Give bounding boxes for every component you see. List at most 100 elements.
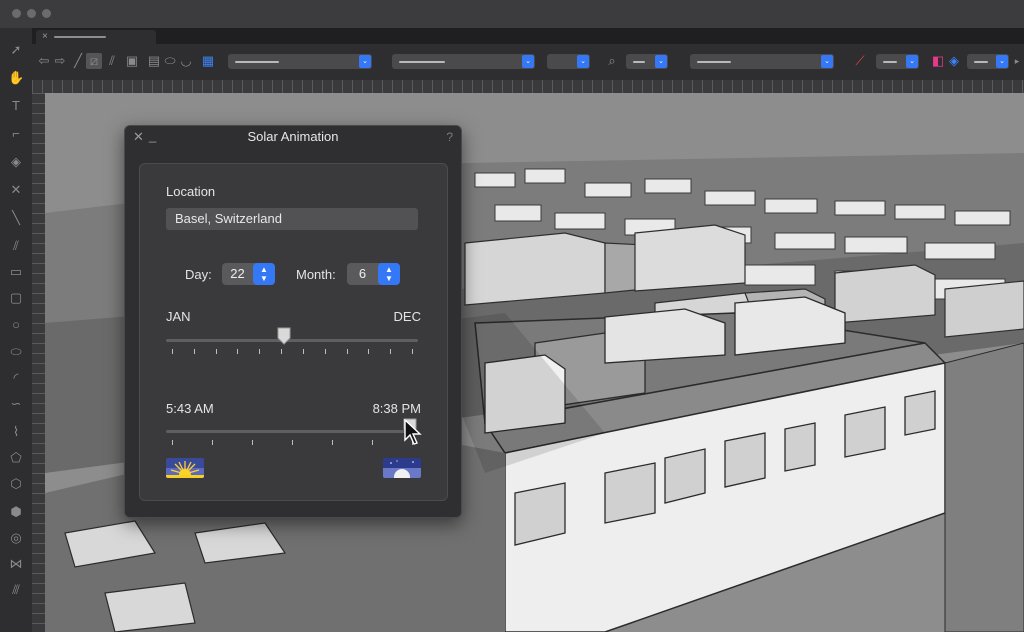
month-slider-thumb[interactable] [277, 327, 291, 345]
slider-tick [252, 440, 253, 445]
render-dropdown[interactable]: ⌄ [876, 54, 919, 69]
stepper-arrows-icon[interactable]: ▲ ▼ [253, 263, 275, 285]
zoom-window-button[interactable] [42, 9, 51, 18]
grid-view-icon[interactable]: ▦ [200, 53, 216, 69]
chevron-down-icon: ⌄ [821, 55, 833, 68]
day-label: Day: [185, 267, 212, 282]
chevron-down-icon: ⌄ [359, 55, 371, 68]
slider-tick [390, 349, 392, 354]
rounded-rectangle-tool-icon[interactable]: ▢ [8, 290, 24, 306]
stack-icon[interactable]: ◈ [946, 53, 962, 69]
document-tab-label [54, 36, 106, 38]
line-tool-icon[interactable]: ╲ [8, 210, 24, 226]
month-slider-track[interactable] [166, 339, 418, 342]
search-icon[interactable]: ⌕ [604, 53, 620, 69]
chevron-down-icon: ⌄ [906, 55, 918, 68]
close-window-button[interactable] [12, 9, 21, 18]
panel-title: Solar Animation [247, 129, 339, 144]
tool-palette: ➚ ✋ T ⌐ ◈ ✕ ╲ ⫽ ▭ ▢ ○ ⬭ ◜ ∽ ⌇ ⬠ ⬡ ⬢ ◎ ⋈ … [0, 28, 32, 632]
document-tab[interactable]: × [36, 30, 156, 44]
overflow-chevron-icon[interactable]: ▸ [1012, 53, 1022, 69]
slider-tick [281, 349, 283, 354]
locus-tool-icon[interactable]: ✕ [8, 182, 24, 198]
slider-tick [215, 349, 217, 354]
double-line-icon[interactable]: ⫽ [104, 53, 120, 69]
polyline-tool-icon[interactable]: ⌇ [8, 424, 24, 440]
chevron-down-icon: ⌄ [655, 55, 667, 68]
chevron-down-icon: ⌄ [996, 55, 1008, 68]
text-tool-icon[interactable]: T [8, 98, 24, 114]
oval-icon[interactable]: ⬭ [162, 53, 178, 69]
day-value: 22 [230, 266, 245, 281]
mouse-pointer-icon [404, 419, 422, 445]
offset-tool-icon[interactable]: ⫻ [8, 582, 24, 598]
rectangle-tool-icon[interactable]: ▭ [8, 264, 24, 280]
pen-icon[interactable]: ╱ [70, 53, 86, 69]
axis-icon[interactable]: ⟋ [852, 53, 868, 69]
window-titlebar [0, 0, 1024, 28]
3d-tool-icon[interactable]: ⬡ [8, 476, 24, 492]
slider-tick [324, 349, 326, 354]
stepper-arrows-icon[interactable]: ▲ ▼ [378, 263, 400, 285]
sunset-time-label: 8:38 PM [372, 401, 421, 416]
month-stepper[interactable]: 6 ▲ ▼ [347, 263, 400, 285]
slider-tick [368, 349, 370, 354]
sunrise-time-label: 5:43 AM [166, 401, 214, 416]
slider-tick [292, 440, 293, 445]
location-label: Location [166, 184, 216, 199]
help-icon[interactable]: ? [446, 129, 453, 145]
close-tab-icon[interactable]: × [42, 30, 48, 44]
chevron-down-icon: ⌄ [577, 55, 589, 68]
circle-tool-icon[interactable]: ○ [8, 317, 24, 333]
slider-tick [346, 349, 348, 354]
slider-tick [172, 440, 173, 445]
month-value: 6 [358, 266, 367, 281]
layer-rect-icon[interactable]: ▤ [146, 53, 162, 69]
view-dropdown[interactable]: ⌄ [690, 54, 834, 69]
moonrise-icon [383, 458, 421, 478]
month-start-label: JAN [166, 309, 191, 324]
layer-dropdown[interactable]: ⌄ [392, 54, 535, 69]
pan-tool-icon[interactable]: ✋ [8, 70, 24, 86]
slider-tick [412, 349, 413, 354]
oval-tool-icon[interactable]: ⬭ [8, 344, 24, 360]
vertical-ruler [32, 93, 45, 632]
minimize-window-button[interactable] [27, 9, 36, 18]
forward-arrow-icon[interactable]: ⇨ [52, 53, 68, 69]
day-stepper[interactable]: 22 ▲ ▼ [222, 263, 275, 285]
spiral-tool-icon[interactable]: ◎ [8, 530, 24, 546]
polygon-tool-icon[interactable]: ⬠ [8, 450, 24, 466]
image-icon[interactable]: ▣ [124, 53, 140, 69]
mirror-tool-icon[interactable]: ⋈ [8, 556, 24, 572]
slider-tick [212, 440, 213, 445]
selection-tool-icon[interactable]: ➚ [8, 42, 24, 58]
month-end-label: DEC [393, 309, 421, 324]
line-style-icon[interactable]: ⧄ [86, 53, 102, 69]
location-input[interactable]: Basel, Switzerland [166, 208, 418, 230]
solar-animation-panel: ✕ _ Solar Animation ? Location Basel, Sw… [124, 125, 462, 518]
slider-tick [259, 349, 261, 354]
mask-icon[interactable]: ◡ [178, 53, 194, 69]
regular-polygon-tool-icon[interactable]: ⬢ [8, 504, 24, 520]
month-label: Month: [296, 267, 336, 282]
freehand-tool-icon[interactable]: ∽ [8, 396, 24, 412]
back-arrow-icon[interactable]: ⇦ [36, 53, 52, 69]
slider-tick [172, 349, 173, 354]
units-dropdown[interactable]: ⌄ [547, 54, 590, 69]
arc-tool-icon[interactable]: ◜ [8, 370, 24, 386]
panel-body: Location Basel, Switzerland Day: 22 ▲ ▼ M… [139, 163, 448, 501]
slider-tick [372, 440, 373, 445]
time-slider-track[interactable] [166, 430, 418, 433]
horizontal-ruler [32, 80, 1024, 93]
projection-dropdown[interactable]: ⌄ [967, 54, 1009, 69]
plane-icon[interactable]: ◧ [930, 53, 946, 69]
fill-tool-icon[interactable]: ◈ [8, 154, 24, 170]
callout-tool-icon[interactable]: ⌐ [8, 126, 24, 142]
double-line-tool-icon[interactable]: ⫽ [8, 238, 24, 254]
slider-tick [193, 349, 195, 354]
zoom-dropdown[interactable]: ⌄ [626, 54, 668, 69]
slider-tick [302, 349, 304, 354]
class-dropdown[interactable]: ⌄ [228, 54, 372, 69]
slider-tick [332, 440, 333, 445]
slider-tick [237, 349, 239, 354]
